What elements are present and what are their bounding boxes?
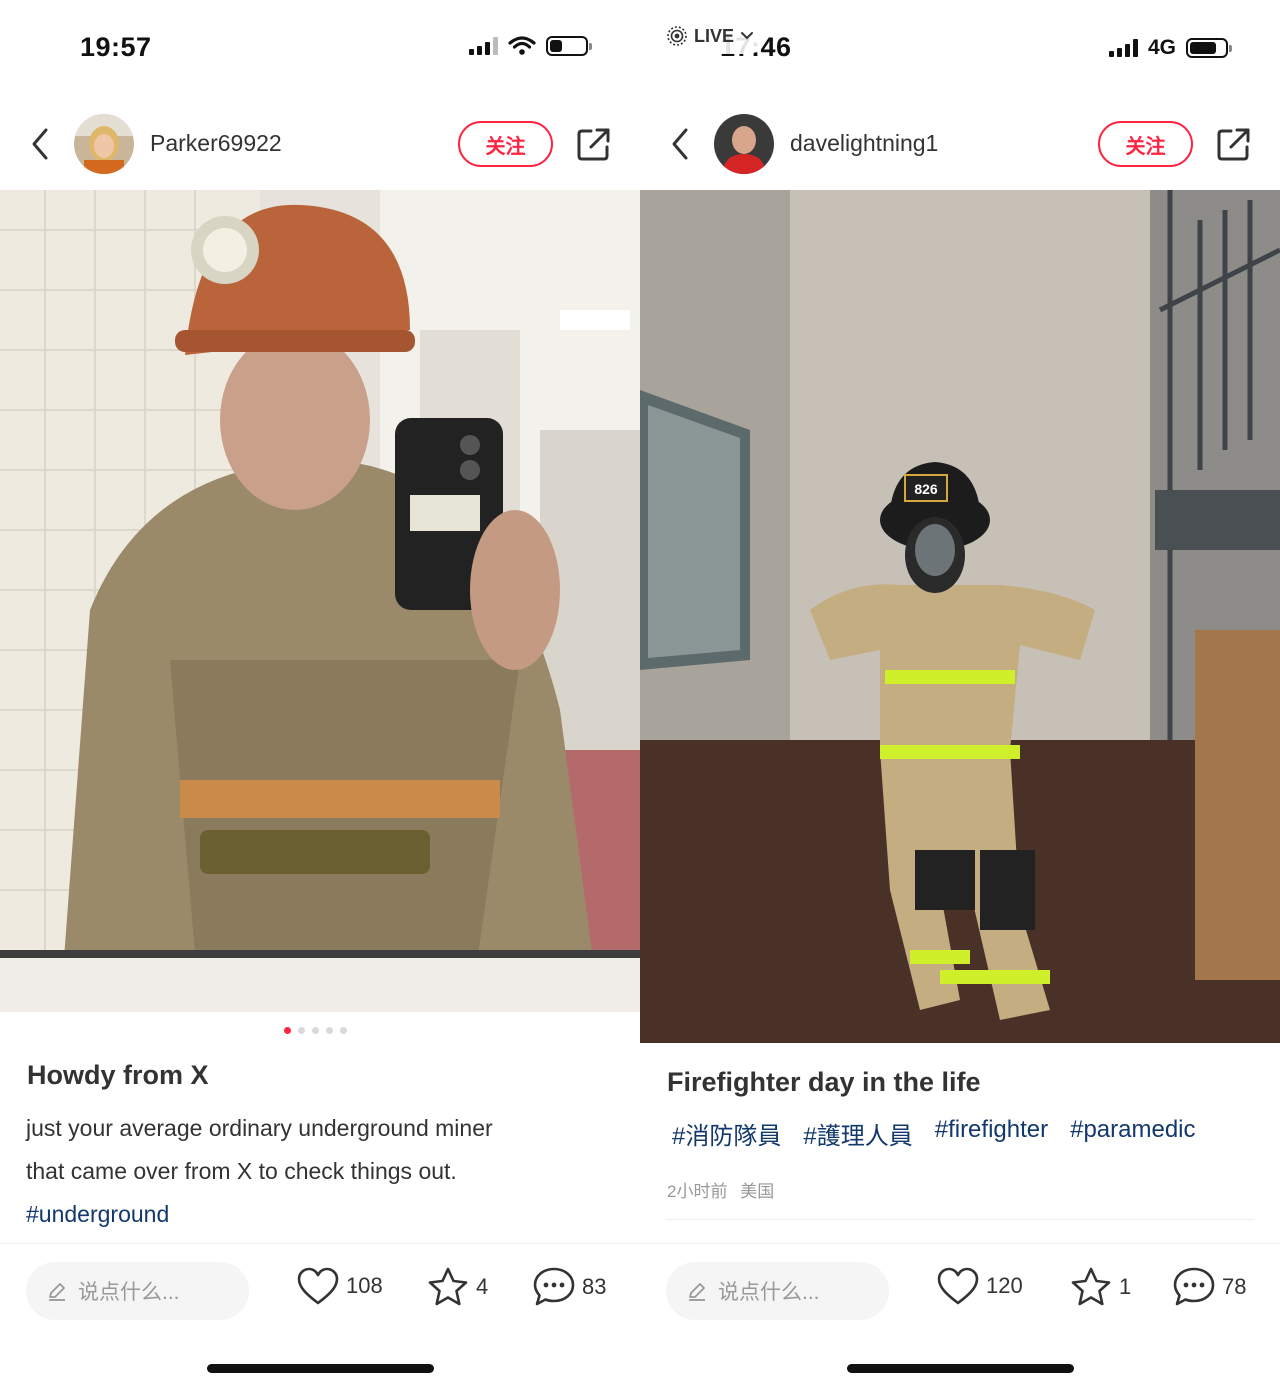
hashtag-link[interactable]: #underground: [26, 1193, 616, 1236]
left-screen: 19:57 Parker69922 关注 Howdy from X just y…: [0, 0, 640, 1387]
post-title: Howdy from X: [27, 1060, 209, 1090]
comment-button[interactable]: 78: [1172, 1266, 1246, 1308]
live-label: LIVE: [694, 25, 735, 46]
like-button[interactable]: 108: [296, 1266, 383, 1306]
carousel-dot[interactable]: [340, 1027, 347, 1034]
divider: [666, 1219, 1254, 1220]
post-body-line: just your average ordinary underground m…: [26, 1115, 493, 1141]
home-indicator[interactable]: [847, 1364, 1074, 1373]
post-header: davelightning1 关注: [640, 108, 1280, 180]
post-location: 美国: [740, 1182, 775, 1201]
comment-input[interactable]: 说点什么...: [26, 1262, 249, 1320]
post-title: Firefighter day in the life: [667, 1067, 981, 1097]
follow-button[interactable]: 关注: [1098, 121, 1193, 167]
comment-bubble-icon: [533, 1267, 575, 1306]
comment-placeholder: 说点什么...: [718, 1281, 820, 1304]
helmet-number: 826: [914, 481, 938, 497]
hashtag-link[interactable]: #firefighter: [935, 1116, 1048, 1151]
comment-count: 83: [582, 1274, 607, 1299]
comment-placeholder: 说点什么...: [78, 1281, 180, 1304]
comment-input[interactable]: 说点什么...: [666, 1262, 889, 1320]
back-icon[interactable]: [666, 124, 696, 164]
hashtag-link[interactable]: #paramedic: [1070, 1116, 1195, 1151]
username[interactable]: davelightning1: [790, 130, 938, 157]
star-icon: [1071, 1267, 1111, 1306]
star-count: 1: [1119, 1274, 1132, 1299]
heart-icon: [297, 1267, 339, 1305]
battery-icon: [546, 36, 592, 56]
signal-icon: [469, 37, 498, 55]
comment-button[interactable]: 83: [532, 1266, 606, 1308]
post-time: 2小时前: [667, 1182, 728, 1201]
pencil-icon: [689, 1283, 705, 1301]
carousel-dot[interactable]: [298, 1027, 305, 1034]
like-count: 120: [986, 1273, 1023, 1298]
comment-count: 78: [1222, 1274, 1247, 1299]
carousel-dot[interactable]: [326, 1027, 333, 1034]
bottom-action-bar: 说点什么... 108 4 83: [0, 1243, 640, 1338]
post-header: Parker69922 关注: [0, 108, 640, 180]
username[interactable]: Parker69922: [150, 130, 282, 157]
network-type: 4G: [1147, 36, 1176, 59]
pencil-icon: [49, 1283, 65, 1301]
share-icon[interactable]: [574, 124, 614, 164]
battery-icon: [1186, 38, 1232, 58]
hashtag-link[interactable]: #消防隊員: [672, 1116, 781, 1151]
hashtag-row: #消防隊員 #護理人員 #firefighter #paramedic: [672, 1116, 1196, 1151]
status-time: 19:57: [80, 32, 152, 62]
carousel-dot[interactable]: [312, 1027, 319, 1034]
like-count: 108: [346, 1273, 383, 1298]
wifi-icon: [508, 36, 536, 55]
right-screen: 17:46 4G davelightning1 关注: [640, 0, 1280, 1387]
share-icon[interactable]: [1214, 124, 1254, 164]
status-bar: 19:57: [0, 0, 640, 95]
post-photo[interactable]: 826: [640, 190, 1280, 1043]
heart-icon: [937, 1267, 979, 1305]
carousel-dot[interactable]: [284, 1027, 291, 1034]
hashtag-link[interactable]: #護理人員: [803, 1116, 912, 1151]
follow-button[interactable]: 关注: [458, 121, 553, 167]
star-icon: [428, 1267, 468, 1306]
bottom-action-bar: 说点什么... 120 1 78: [640, 1243, 1280, 1338]
carousel-dots[interactable]: [284, 1027, 347, 1034]
chevron-down-icon: [741, 32, 754, 40]
post-meta: 2小时前 美国: [667, 1177, 774, 1202]
post-body-line: that came over from X to check things ou…: [26, 1158, 457, 1184]
signal-icon: [1108, 39, 1138, 57]
like-button[interactable]: 120: [936, 1266, 1023, 1306]
post-photo[interactable]: [0, 190, 640, 1012]
live-photo-badge[interactable]: LIVE: [656, 18, 767, 54]
home-indicator[interactable]: [207, 1364, 434, 1373]
avatar[interactable]: [714, 114, 774, 174]
collect-button[interactable]: 1: [1069, 1266, 1131, 1308]
avatar[interactable]: [74, 114, 134, 174]
live-icon: [667, 26, 687, 46]
star-count: 4: [476, 1274, 489, 1299]
collect-button[interactable]: 4: [426, 1266, 488, 1308]
comment-bubble-icon: [1173, 1267, 1215, 1306]
back-icon[interactable]: [26, 124, 56, 164]
post-body: just your average ordinary underground m…: [26, 1107, 616, 1236]
